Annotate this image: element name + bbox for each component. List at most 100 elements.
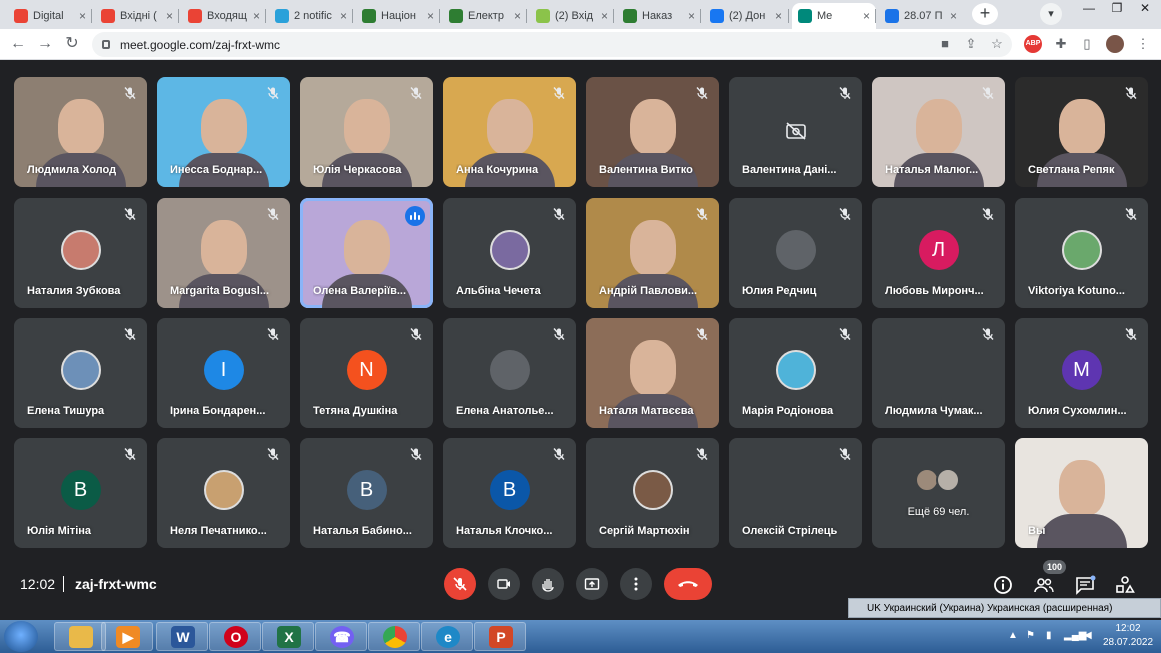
taskbar-media[interactable]: ▶ (101, 622, 153, 651)
meeting-details-button[interactable] (992, 574, 1014, 596)
profile-avatar[interactable] (1106, 35, 1124, 53)
tray-time[interactable]: 12:02 (1098, 623, 1158, 634)
bookmark-star-icon[interactable]: ☆ (988, 35, 1006, 53)
participant-tile[interactable]: Вы (1015, 438, 1148, 548)
sidebar-icon[interactable]: ▯ (1078, 35, 1096, 53)
participant-tile[interactable]: Наталия Зубкова (14, 198, 147, 308)
close-tab-icon[interactable]: × (601, 9, 608, 23)
participant-tile[interactable]: Viktoriya Kotuno... (1015, 198, 1148, 308)
participant-tile[interactable]: Margarita Bogusl... (157, 198, 290, 308)
maximize-button[interactable]: ❐ (1104, 0, 1130, 18)
back-button[interactable]: ← (8, 34, 28, 54)
tab-separator (613, 9, 614, 23)
reload-button[interactable]: ↻ (62, 34, 82, 54)
participant-tile[interactable]: Марія Родіонова (729, 318, 862, 428)
tab-6[interactable]: (2) Вхід × (530, 3, 614, 29)
participants-button[interactable] (1033, 574, 1055, 596)
close-tab-icon[interactable]: × (427, 9, 434, 23)
participant-name: Ещё 69 чел. (907, 506, 970, 518)
close-tab-icon[interactable]: × (253, 9, 260, 23)
close-tab-icon[interactable]: × (514, 9, 521, 23)
tab-10[interactable]: 28.07 П × (879, 3, 963, 29)
tab-0[interactable]: Digital × (8, 3, 92, 29)
participant-tile[interactable]: Елена Анатолье... (443, 318, 576, 428)
menu-icon[interactable]: ⋮ (1134, 35, 1152, 53)
camera-toggle-button[interactable] (488, 568, 520, 600)
participant-tile[interactable]: Юлія Черкасова (300, 77, 433, 187)
minimize-button[interactable]: — (1076, 0, 1102, 18)
chat-button[interactable] (1074, 574, 1096, 596)
volume-icon[interactable]: ◀ (1084, 630, 1092, 641)
taskbar-excel[interactable]: X (262, 622, 314, 651)
participant-tile[interactable]: Наталья Малюг... (872, 77, 1005, 187)
taskbar-opera[interactable]: O (209, 622, 261, 651)
participant-tile[interactable]: N Тетяна Душкіна (300, 318, 433, 428)
tab-search-button[interactable]: ▾ (1040, 3, 1062, 25)
taskbar-edge[interactable]: e (421, 622, 473, 651)
microphone-toggle-button[interactable] (444, 568, 476, 600)
participant-tile[interactable]: В Юлія Мітіна (14, 438, 147, 548)
close-tab-icon[interactable]: × (340, 9, 347, 23)
taskbar-word[interactable]: W (156, 622, 208, 651)
participant-tile[interactable]: В Наталья Клочко... (443, 438, 576, 548)
close-tab-icon[interactable]: × (863, 9, 870, 23)
participant-tile[interactable]: Олена Валеріїв... (300, 198, 433, 308)
participant-tile[interactable]: Валентина Витко (586, 77, 719, 187)
forward-button[interactable]: → (35, 34, 55, 54)
tab-2[interactable]: Входящ × (182, 3, 266, 29)
participant-tile[interactable]: В Наталья Бабино... (300, 438, 433, 548)
tray-date[interactable]: 28.07.2022 (1098, 637, 1158, 648)
tab-9[interactable]: Me × (792, 3, 876, 29)
participant-tile[interactable]: Юлия Редчиц (729, 198, 862, 308)
participant-tile[interactable]: Сергій Мартюхін (586, 438, 719, 548)
tab-4[interactable]: Націон × (356, 3, 440, 29)
more-options-button[interactable] (620, 568, 652, 600)
tab-7[interactable]: Наказ × (617, 3, 701, 29)
taskbar-powerpoint[interactable]: P (474, 622, 526, 651)
close-window-button[interactable]: ✕ (1132, 0, 1158, 18)
share-icon[interactable]: ⇪ (962, 35, 980, 53)
participant-tile[interactable]: Неля Печатнико... (157, 438, 290, 548)
present-screen-button[interactable] (576, 568, 608, 600)
participant-tile[interactable]: Альбіна Чечета (443, 198, 576, 308)
start-button[interactable] (4, 621, 38, 652)
flag-icon[interactable]: ⚑ (1026, 630, 1035, 641)
participant-tile[interactable]: Андрій Павлови... (586, 198, 719, 308)
raise-hand-button[interactable] (532, 568, 564, 600)
participant-tile[interactable]: Елена Тишура (14, 318, 147, 428)
activities-button[interactable] (1114, 574, 1136, 596)
leave-call-button[interactable] (664, 568, 712, 600)
participant-tile[interactable]: Ещё 69 чел. (872, 438, 1005, 548)
participant-tile[interactable]: Людмила Чумак... (872, 318, 1005, 428)
tab-3[interactable]: 2 notific × (269, 3, 353, 29)
participant-tile[interactable]: M Юлия Сухомлин... (1015, 318, 1148, 428)
participant-tile[interactable]: Наталя Матвєєва (586, 318, 719, 428)
language-bar[interactable]: UK Украинский (Украина) Украинская (расш… (848, 598, 1161, 618)
participant-tile[interactable]: Светлана Репяк (1015, 77, 1148, 187)
tray-arrow-icon[interactable]: ▲ (1008, 630, 1018, 641)
taskbar-chrome[interactable] (368, 622, 420, 651)
taskbar-explorer[interactable] (54, 622, 106, 651)
close-tab-icon[interactable]: × (166, 9, 173, 23)
close-tab-icon[interactable]: × (79, 9, 86, 23)
camera-icon[interactable]: ■ (936, 35, 954, 53)
participant-tile[interactable]: Людмила Холод (14, 77, 147, 187)
adblock-icon[interactable]: ABP (1024, 35, 1042, 53)
close-tab-icon[interactable]: × (775, 9, 782, 23)
close-tab-icon[interactable]: × (950, 9, 957, 23)
participant-tile[interactable]: Олексій Стрілець (729, 438, 862, 548)
address-bar[interactable]: meet.google.com/zaj-frxt-wmc (92, 32, 1012, 57)
extensions-icon[interactable]: ✚ (1052, 35, 1070, 53)
taskbar-viber[interactable]: ☎ (315, 622, 367, 651)
participant-tile[interactable]: І Ірина Бондарен... (157, 318, 290, 428)
participant-tile[interactable]: Анна Кочурина (443, 77, 576, 187)
participant-tile[interactable]: Л Любовь Мирон­ч... (872, 198, 1005, 308)
participant-tile[interactable]: Валентина Дані... (729, 77, 862, 187)
tab-5[interactable]: Електр × (443, 3, 527, 29)
new-tab-button[interactable]: + (972, 3, 998, 25)
participant-tile[interactable]: Инесса Боднар... (157, 77, 290, 187)
battery-icon[interactable]: ▮ (1046, 630, 1052, 641)
tab-8[interactable]: (2) Дон × (704, 3, 788, 29)
close-tab-icon[interactable]: × (688, 9, 695, 23)
tab-1[interactable]: Вхідні (× (95, 3, 179, 29)
